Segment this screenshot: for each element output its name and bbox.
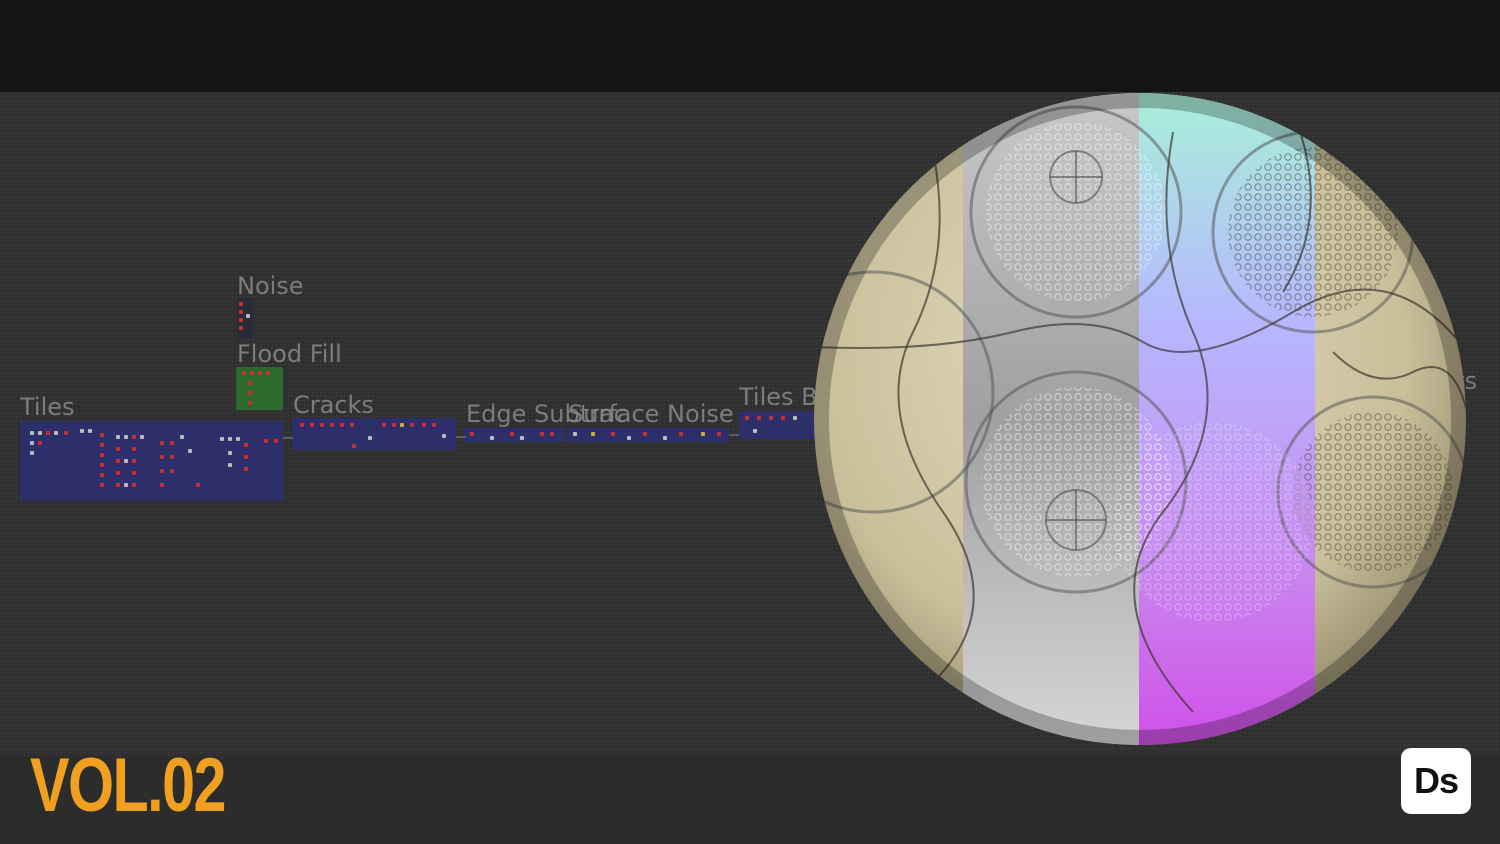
frame-label-tiles-b: Tiles B (739, 383, 818, 411)
frame-label-surface-noise: Surface Noise (568, 400, 734, 428)
app-badge-text: Ds (1413, 760, 1459, 801)
frame-label-tiles: Tiles (20, 393, 75, 421)
frame-noise[interactable] (237, 298, 253, 338)
designer-app-icon: Ds (1401, 748, 1471, 814)
material-preview-sphere[interactable] (813, 92, 1467, 746)
frame-cracks[interactable] (292, 418, 456, 450)
wire (283, 437, 293, 439)
frame-label-cracks: Cracks (293, 391, 374, 419)
frame-label-flood-fill: Flood Fill (237, 340, 342, 368)
frame-tiles-b[interactable] (739, 411, 819, 439)
frame-surface-noise[interactable] (567, 428, 729, 442)
wire (456, 436, 466, 438)
frame-tiles[interactable] (20, 421, 283, 501)
frame-label-noise: Noise (237, 272, 304, 300)
frame-edge-subtract[interactable] (464, 428, 564, 442)
frame-flood-fill[interactable] (236, 367, 283, 410)
volume-title: VOL.02 (30, 743, 226, 828)
sphere-render (814, 93, 1466, 745)
wire (729, 434, 739, 436)
footer-bar (0, 756, 1500, 844)
top-bar (0, 0, 1500, 92)
